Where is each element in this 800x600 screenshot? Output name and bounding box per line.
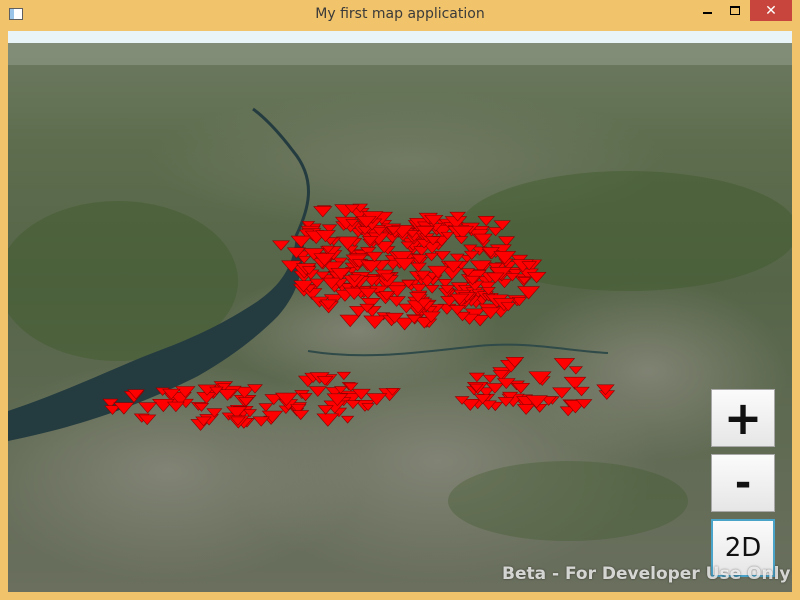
zoom-out-button[interactable]: -: [711, 454, 775, 512]
beta-watermark: Beta - For Developer Use Only: [502, 564, 791, 584]
map-marker[interactable]: [424, 252, 439, 262]
forest-area: [448, 461, 688, 541]
map-marker[interactable]: [496, 278, 513, 289]
map-marker[interactable]: [410, 262, 427, 273]
minimize-icon: [702, 11, 712, 14]
title-bar[interactable]: My first map application ✕: [0, 0, 800, 30]
maximize-button[interactable]: [722, 0, 748, 21]
map-marker[interactable]: [272, 240, 290, 251]
zoom-in-button[interactable]: +: [711, 389, 775, 447]
map-view[interactable]: + - 2D Beta - For Developer Use Only: [8, 31, 792, 592]
window-title: My first map application: [315, 6, 485, 22]
map-marker[interactable]: [449, 253, 465, 263]
close-button[interactable]: ✕: [750, 0, 792, 21]
maximize-icon: [730, 6, 740, 15]
map-marker[interactable]: [290, 235, 312, 249]
minimize-button[interactable]: [694, 0, 720, 21]
app-window: My first map application ✕ + - 2D Beta -…: [0, 0, 800, 600]
terrain-layer: [8, 43, 792, 581]
map-marker[interactable]: [434, 251, 451, 261]
close-icon: ✕: [765, 2, 777, 19]
